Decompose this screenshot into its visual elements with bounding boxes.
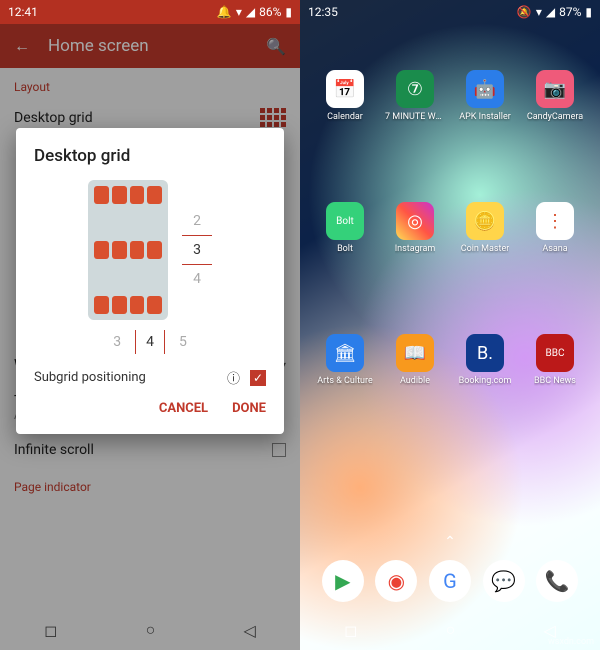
picker-option[interactable]: 3 [113, 334, 121, 350]
app-label: Bolt [337, 244, 353, 254]
app-calendar[interactable]: 📅 Calendar [310, 70, 380, 122]
app-label: Asana [542, 244, 567, 254]
app-coin-master[interactable]: 🪙 Coin Master [450, 202, 520, 254]
nav-home-icon[interactable]: ○ [446, 620, 456, 640]
app-asana[interactable]: ⋮ Asana [520, 202, 590, 254]
rows-picker[interactable]: 2 3 4 [182, 213, 212, 287]
status-time: 12:35 [308, 5, 338, 19]
app-label: Audible [400, 376, 430, 386]
app-label: BBC News [534, 376, 576, 386]
dnd-icon: 🔔 [217, 5, 232, 19]
cancel-button[interactable]: CANCEL [159, 401, 208, 416]
picker-option[interactable]: 2 [193, 213, 201, 229]
app-grid[interactable]: 📅 Calendar ⑦ 7 MINUTE WORK... 🤖 APK Installer… [300, 70, 600, 386]
app-icon: ◎ [396, 202, 434, 240]
nav-home-icon[interactable]: ○ [146, 620, 156, 640]
grid-preview [88, 180, 168, 320]
dock-phone-icon[interactable]: 📞 [536, 560, 578, 602]
wifi-icon: ▾ [236, 5, 242, 19]
subgrid-label: Subgrid positioning [34, 370, 146, 385]
app-booking-com[interactable]: B. Booking.com [450, 334, 520, 386]
dock-messages-icon[interactable]: 💬 [483, 560, 525, 602]
battery-text: 87% [559, 5, 581, 19]
dock-chrome-icon[interactable]: ◉ [375, 560, 417, 602]
status-icons: 🔔 ▾ ◢ 86% ▮ [217, 5, 292, 19]
app-label: APK Installer [459, 112, 511, 122]
cols-picker[interactable]: 3 4 5 [34, 330, 266, 354]
picker-selected[interactable]: 3 [182, 235, 212, 265]
app-icon: 📅 [326, 70, 364, 108]
checkbox-checked[interactable]: ✓ [250, 370, 266, 386]
app-icon: ⑦ [396, 70, 434, 108]
app-candycamera[interactable]: 📷 CandyCamera [520, 70, 590, 122]
dock-play-store-icon[interactable]: ▶ [322, 560, 364, 602]
picker-option[interactable]: 5 [179, 334, 187, 350]
app-label: Booking.com [459, 376, 512, 386]
subgrid-row[interactable]: Subgrid positioning ⓘ ✓ [34, 368, 266, 387]
app-icon: B. [466, 334, 504, 372]
dialog-title: Desktop grid [34, 146, 266, 166]
app-icon: 🪙 [466, 202, 504, 240]
app-icon: 📖 [396, 334, 434, 372]
app-apk-installer[interactable]: 🤖 APK Installer [450, 70, 520, 122]
wifi-icon: ▾ [536, 5, 542, 19]
status-time: 12:41 [8, 5, 38, 19]
nav-recent-icon[interactable]: ◻ [344, 621, 357, 640]
info-icon[interactable]: ⓘ [227, 368, 240, 387]
app-label: Instagram [395, 244, 436, 254]
dock: ▶ ◉ G 💬 📞 [300, 560, 600, 610]
nav-back-icon[interactable]: ◁ [244, 621, 256, 640]
nav-recent-icon[interactable]: ◻ [44, 621, 57, 640]
dnd-icon: 🔕 [517, 5, 532, 19]
battery-icon: ▮ [585, 5, 592, 19]
status-bar: 12:35 🔕 ▾ ◢ 87% ▮ [300, 0, 600, 24]
app-icon: BBC [536, 334, 574, 372]
desktop-grid-dialog: Desktop grid 2 3 4 3 4 5 Subgrid positio… [16, 128, 284, 434]
app-label: Calendar [327, 112, 363, 122]
picker-selected[interactable]: 4 [135, 330, 165, 354]
nav-bar: ◻ ○ ◁ [0, 610, 300, 650]
phone-home: 12:35 🔕 ▾ ◢ 87% ▮ 📅 Calendar ⑦ 7 MINUTE WOR… [300, 0, 600, 650]
app-arts-culture[interactable]: 🏛 Arts & Culture [310, 334, 380, 386]
phone-settings: 12:41 🔔 ▾ ◢ 86% ▮ ← Home screen 🔍 Layout… [0, 0, 300, 650]
signal-icon: ◢ [246, 5, 255, 19]
app-icon: Bolt [326, 202, 364, 240]
app-label: CandyCamera [527, 112, 583, 122]
app-label: Arts & Culture [317, 376, 372, 386]
signal-icon: ◢ [546, 5, 555, 19]
app-7-minute-work-[interactable]: ⑦ 7 MINUTE WORK... [380, 70, 450, 122]
app-bolt[interactable]: Bolt Bolt [310, 202, 380, 254]
dock-google-icon[interactable]: G [429, 560, 471, 602]
status-bar: 12:41 🔔 ▾ ◢ 86% ▮ [0, 0, 300, 24]
app-instagram[interactable]: ◎ Instagram [380, 202, 450, 254]
app-icon: 🤖 [466, 70, 504, 108]
app-bbc-news[interactable]: BBC BBC News [520, 334, 590, 386]
battery-text: 86% [259, 5, 281, 19]
status-icons: 🔕 ▾ ◢ 87% ▮ [517, 5, 592, 19]
app-icon: 📷 [536, 70, 574, 108]
done-button[interactable]: DONE [232, 401, 266, 416]
app-icon: 🏛 [326, 334, 364, 372]
app-label: Coin Master [461, 244, 510, 254]
app-icon: ⋮ [536, 202, 574, 240]
drawer-handle-icon[interactable]: ⌃ [444, 534, 456, 550]
watermark: wsxdn.com [548, 637, 594, 647]
app-audible[interactable]: 📖 Audible [380, 334, 450, 386]
app-label: 7 MINUTE WORK... [385, 112, 445, 122]
picker-option[interactable]: 4 [193, 271, 201, 287]
battery-icon: ▮ [285, 5, 292, 19]
